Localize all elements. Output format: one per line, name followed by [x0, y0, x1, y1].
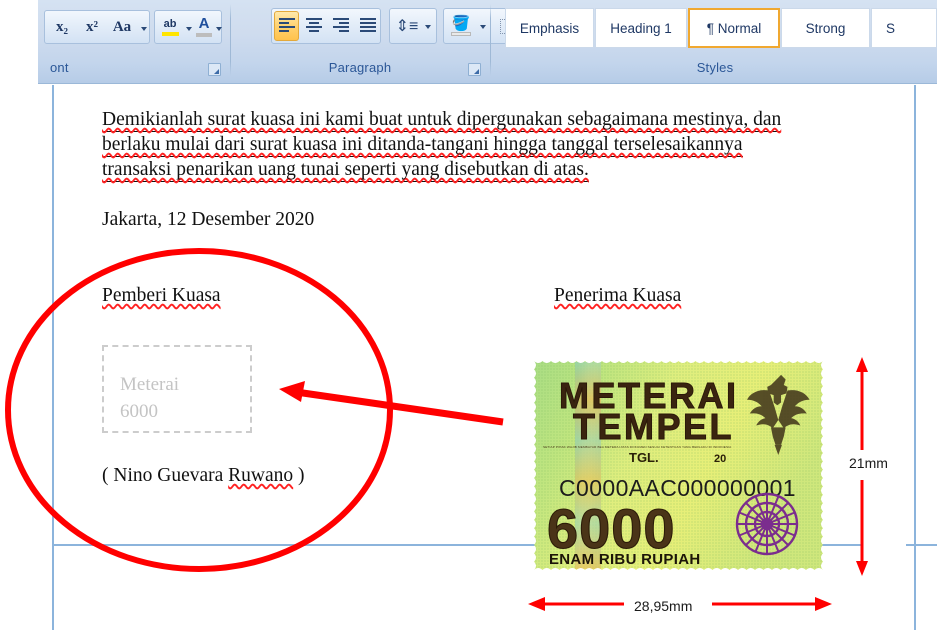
highlighter-icon: ab	[164, 19, 177, 29]
font-color-button[interactable]: A	[193, 13, 215, 41]
style-label: S	[886, 21, 895, 36]
style-label: Strong	[806, 21, 846, 36]
dimension-height-label: 21mm	[845, 455, 892, 471]
font-color-swatch	[196, 33, 212, 37]
font-effects-button-box: x₂ x² Aa	[44, 10, 150, 44]
subscript-icon: x₂	[56, 19, 68, 36]
label-text: Pemberi Kuasa	[102, 285, 221, 306]
change-case-button[interactable]: Aa	[107, 13, 137, 41]
highlight-color-swatch	[162, 32, 179, 36]
paragraph-dialog-launcher[interactable]	[468, 63, 481, 76]
superscript-button[interactable]: x²	[77, 13, 107, 41]
style-label: Emphasis	[520, 21, 579, 36]
justify-icon	[360, 18, 376, 34]
ribbon-group-paragraph-label: Paragraph	[231, 60, 489, 75]
paragraph-line: berlaku mulai dari surat kuasa ini ditan…	[102, 132, 877, 157]
font-dialog-launcher[interactable]	[208, 63, 221, 76]
style-item-normal[interactable]: ¶ Normal	[688, 8, 780, 48]
style-item-emphasis[interactable]: Emphasis	[505, 8, 594, 48]
label-text: Penerima Kuasa	[554, 285, 681, 306]
ribbon-group-styles-label: Styles	[493, 60, 937, 75]
paragraph-line-text: Demikianlah surat kuasa ini kami buat un…	[102, 109, 781, 132]
font-color-letter-icon: A	[199, 17, 210, 31]
meterai-placeholder-box[interactable]: Meterai 6000	[102, 345, 252, 433]
style-label: ¶ Normal	[707, 21, 762, 36]
label-pemberi-kuasa[interactable]: Pemberi Kuasa	[102, 283, 221, 308]
align-right-icon	[333, 18, 349, 34]
page-bottom-border-right	[906, 544, 937, 546]
ribbon-group-paragraph: ⇕≡ 🪣 Paragraph	[231, 0, 489, 84]
rosette-icon	[737, 494, 797, 554]
meterai-stamp-image: METERAI TEMPEL SETIAP PIHAK WAJIB MEMBAY…	[529, 356, 828, 575]
paragraph-line-text: transaksi penarikan uang tunai seperti y…	[102, 159, 589, 182]
style-item-heading-1[interactable]: Heading 1	[595, 8, 687, 48]
shading-chevron-down-icon[interactable]	[480, 25, 486, 29]
ribbon-group-font-label: ont	[50, 60, 69, 75]
closing-paragraph[interactable]: Demikianlah surat kuasa ini kami buat un…	[102, 107, 877, 182]
change-case-chevron-down-icon[interactable]	[141, 27, 147, 31]
stamp-year-label: 20	[714, 453, 726, 465]
text-highlight-color-button[interactable]: ab	[157, 13, 183, 41]
style-item-strong[interactable]: Strong	[781, 8, 870, 48]
ribbon-separator	[490, 4, 491, 76]
align-center-icon	[306, 18, 322, 34]
date-line[interactable]: Jakarta, 12 Desember 2020	[102, 207, 314, 232]
style-label: Heading 1	[610, 21, 672, 36]
line-spacing-button-box: ⇕≡	[389, 8, 437, 44]
label-penerima-kuasa[interactable]: Penerima Kuasa	[554, 283, 681, 308]
meterai-placeholder-text: Meterai 6000	[120, 371, 179, 425]
font-color-chevron-down-icon[interactable]	[216, 27, 222, 31]
alignment-button-box	[271, 8, 381, 44]
shading-color-swatch	[451, 32, 471, 36]
ribbon-group-font: x₂ x² Aa ab A ont	[38, 0, 230, 84]
paragraph-line: transaksi penarikan uang tunai seperti y…	[102, 157, 877, 182]
stamp-title-line2: TEMPEL	[573, 406, 734, 447]
signer-name-line[interactable]: ( Nino Guevara Ruwano )	[102, 463, 305, 488]
superscript-icon: x²	[86, 19, 98, 36]
paragraph-line: Demikianlah surat kuasa ini kami buat un…	[102, 107, 877, 132]
change-case-icon: Aa	[113, 19, 131, 36]
meterai-placeholder-line1: Meterai	[120, 371, 179, 398]
subscript-button[interactable]: x₂	[47, 13, 77, 41]
line-spacing-icon: ⇕≡	[396, 16, 419, 36]
dimension-width-label: 28,95mm	[630, 598, 696, 614]
justify-button[interactable]	[355, 11, 380, 41]
font-color-button-box: ab A	[154, 10, 222, 44]
shading-button[interactable]: 🪣	[447, 11, 475, 41]
align-center-button[interactable]	[301, 11, 326, 41]
date-text: Jakarta, 12 Desember 2020	[102, 209, 314, 230]
line-spacing-chevron-down-icon[interactable]	[425, 25, 431, 29]
align-left-icon	[279, 18, 295, 34]
signer-name-text: ( Nino Guevara Ruwano )	[102, 465, 305, 486]
stamp-microtext: SETIAP PIHAK WAJIB MEMBAYAR BEA METERAI …	[543, 445, 732, 449]
meterai-placeholder-line2: 6000	[120, 398, 179, 425]
stamp-date-label: TGL.	[629, 450, 659, 465]
highlight-chevron-down-icon[interactable]	[186, 27, 192, 31]
paragraph-line-text: berlaku mulai dari surat kuasa ini ditan…	[102, 134, 743, 157]
line-spacing-button[interactable]: ⇕≡	[393, 12, 421, 40]
ribbon-group-styles: Emphasis Heading 1 ¶ Normal Strong S Sty…	[493, 0, 937, 84]
stamp-denomination-words: ENAM RIBU RUPIAH	[549, 551, 700, 568]
align-right-button[interactable]	[328, 11, 353, 41]
align-left-button[interactable]	[274, 11, 299, 41]
word-ribbon: x₂ x² Aa ab A ont	[38, 0, 937, 84]
style-item-subtitle[interactable]: S	[871, 8, 937, 48]
paint-bucket-icon: 🪣	[452, 16, 471, 31]
